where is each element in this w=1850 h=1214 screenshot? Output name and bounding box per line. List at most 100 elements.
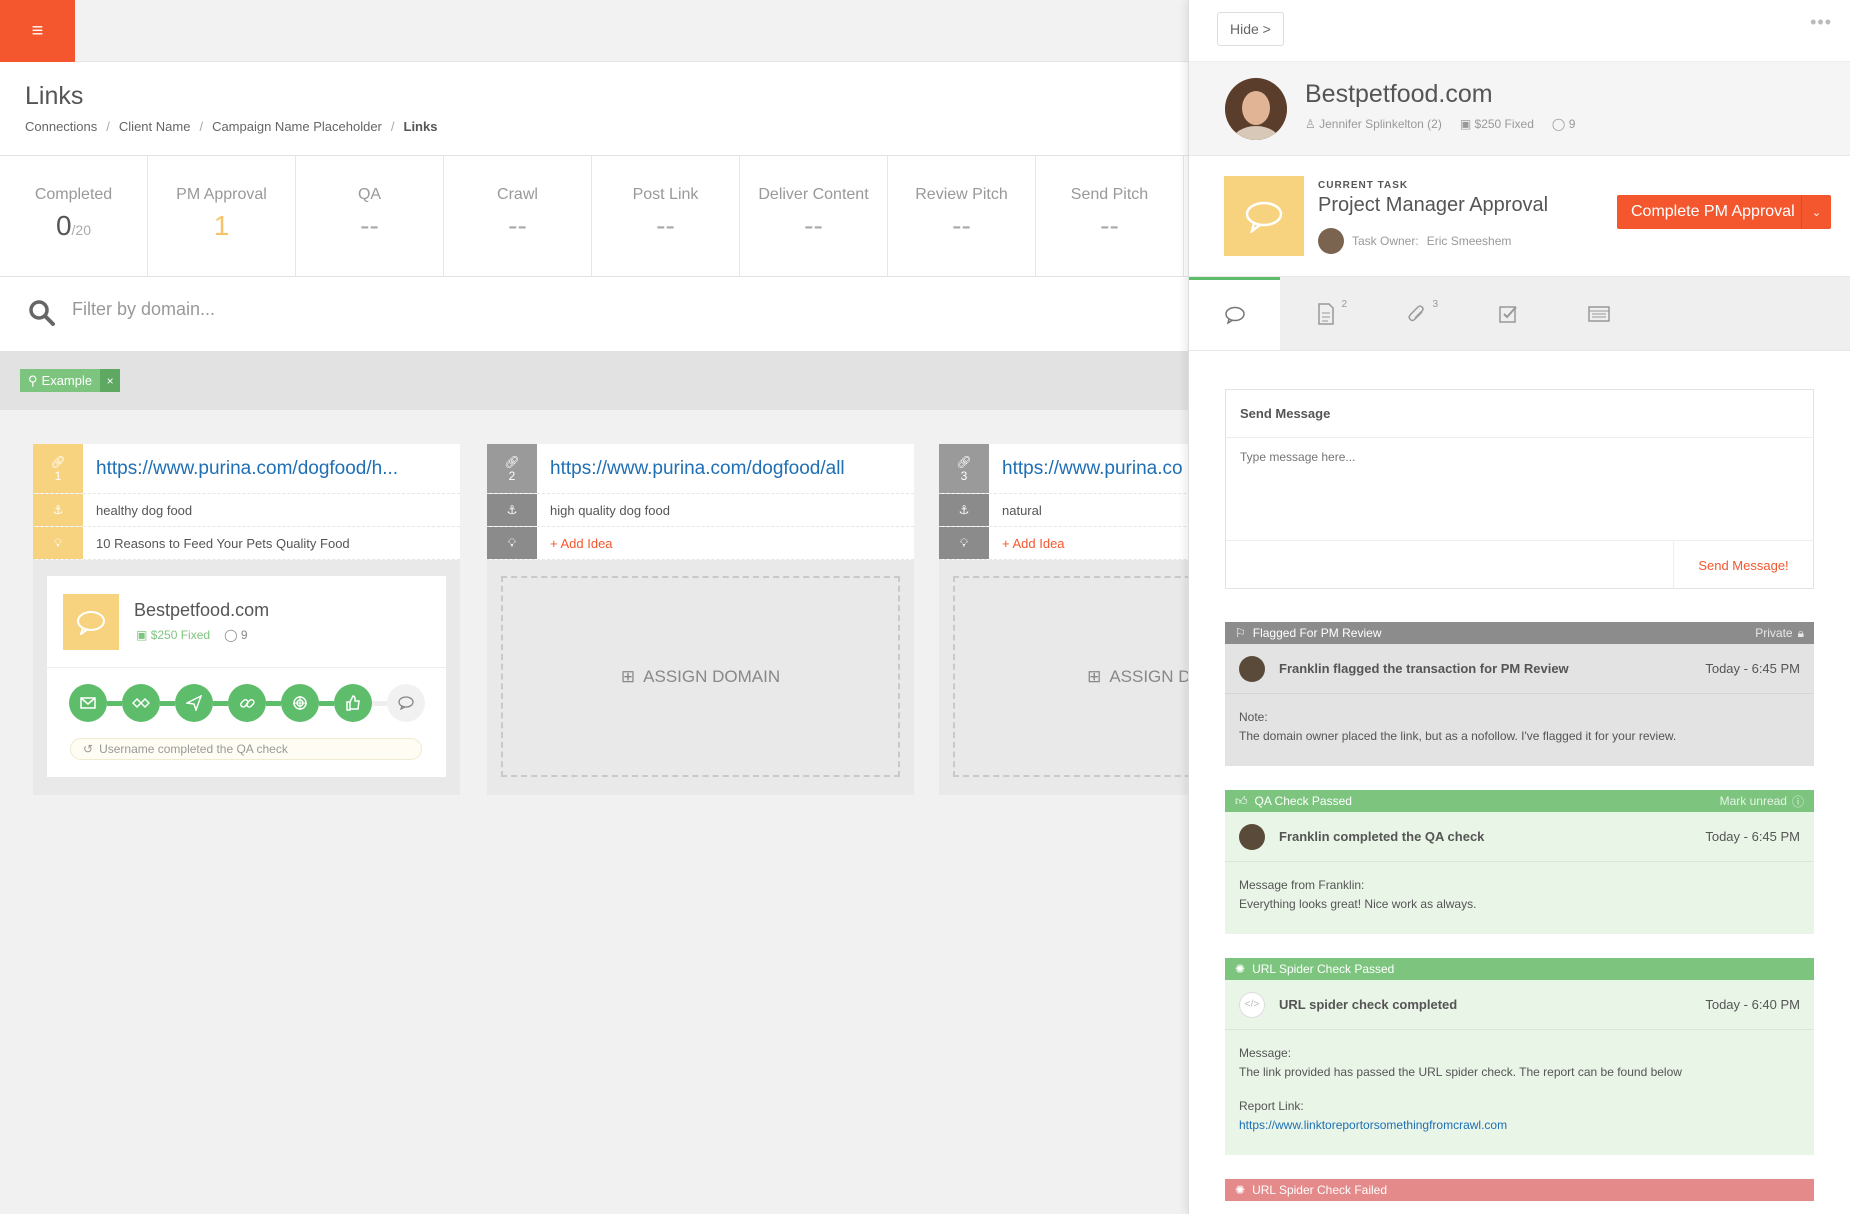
- page-title: Links: [25, 82, 84, 110]
- stat-post-link[interactable]: Post Link --: [592, 156, 740, 276]
- handshake-step-icon[interactable]: [122, 684, 160, 722]
- tag-label: Example: [41, 373, 93, 388]
- activity-log: ↺ Username completed the QA check: [70, 738, 422, 760]
- detail-panel: Hide > ••• Bestpetfood.com ♙ Jennifer Sp…: [1188, 0, 1850, 1214]
- contact-info[interactable]: ♙ Jennifer Splinkelton (2): [1305, 117, 1442, 131]
- tab-messages[interactable]: [1189, 277, 1280, 350]
- menu-icon: ≡: [31, 19, 44, 42]
- chat-step-icon[interactable]: [387, 684, 425, 722]
- task-owner-label: Task Owner:: [1352, 234, 1419, 248]
- link-icon: 🔗︎: [50, 454, 66, 469]
- avatar: [1225, 78, 1287, 140]
- chevron-down-icon[interactable]: ⌄: [1801, 195, 1831, 229]
- comment-icon: ◯: [224, 628, 238, 642]
- tab-list[interactable]: [1553, 277, 1644, 350]
- send-step-icon[interactable]: [175, 684, 213, 722]
- activity-item: ✺ URL Spider Check Passed </> URL spider c…: [1225, 958, 1814, 1155]
- search-icon: ⚲: [28, 372, 38, 388]
- current-task: CURRENT TASK Project Manager Approval Ta…: [1189, 156, 1850, 277]
- more-options-icon[interactable]: •••: [1810, 12, 1832, 33]
- tab-attachments[interactable]: 3: [1371, 277, 1462, 350]
- assign-domain-button[interactable]: ⊞ ASSIGN DOMAIN: [501, 576, 900, 777]
- task-owner-name: Eric Smeeshem: [1426, 234, 1512, 248]
- breadcrumb-connections[interactable]: Connections: [25, 119, 97, 134]
- stat-qa[interactable]: QA --: [296, 156, 444, 276]
- comment-count: ◯ 9: [224, 628, 248, 642]
- mark-unread-button[interactable]: Mark unread ⓘ: [1720, 793, 1804, 810]
- hide-panel-button[interactable]: Hide >: [1217, 12, 1284, 46]
- lightbulb-icon: 💡︎: [959, 535, 969, 550]
- stats-bar: Completed 0/20 PM Approval 1 QA -- Crawl -- …: [0, 156, 1188, 277]
- progress-steps: [69, 684, 425, 722]
- idea-text[interactable]: 10 Reasons to Feed Your Pets Quality Foo…: [83, 527, 350, 559]
- breadcrumb-client[interactable]: Client Name: [119, 119, 191, 134]
- checkbox-icon: [1498, 305, 1517, 323]
- anchor-text: healthy dog food: [96, 502, 193, 518]
- price: ▣ $250 Fixed: [136, 628, 211, 642]
- tab-documents[interactable]: 2: [1280, 277, 1371, 350]
- filter-input[interactable]: [72, 299, 472, 320]
- link-icon: 🔗︎: [956, 454, 972, 469]
- user-avatar: [1239, 655, 1265, 682]
- top-bar: ≡: [0, 0, 1188, 62]
- complete-task-button[interactable]: Complete PM Approval ⌄: [1617, 195, 1831, 229]
- tag-bar: ⚲ Example ×: [0, 352, 1188, 410]
- send-message-box: Send Message Send Message!: [1225, 389, 1814, 589]
- tag-remove-button[interactable]: ×: [100, 369, 121, 392]
- link-card: 🔗︎ 2 https://www.purina.com/dogfood/all ⚓…: [487, 444, 914, 795]
- paperclip-icon: [1407, 304, 1424, 321]
- current-task-label: CURRENT TASK: [1318, 180, 1409, 191]
- report-link[interactable]: https://www.linktoreportorsomethingfromc…: [1239, 1118, 1507, 1132]
- link-url[interactable]: https://www.purina.co: [989, 444, 1183, 493]
- message-input[interactable]: [1240, 450, 1800, 530]
- send-message-button[interactable]: Send Message!: [1673, 541, 1813, 589]
- thumbs-up-step-icon[interactable]: [334, 684, 372, 722]
- activity-item: ✺ URL Spider Check Failed: [1225, 1179, 1814, 1201]
- stat-crawl[interactable]: Crawl --: [444, 156, 592, 276]
- anchor-text: high quality dog food: [550, 502, 670, 518]
- filter-tag[interactable]: ⚲ Example ×: [20, 369, 121, 392]
- comment-icon: ◯: [1551, 117, 1566, 131]
- stat-pm-approval[interactable]: PM Approval 1: [148, 156, 296, 276]
- add-idea-link[interactable]: + Add Idea: [989, 527, 1065, 559]
- money-icon: ▣: [1459, 117, 1472, 131]
- menu-button[interactable]: ≡: [0, 0, 75, 62]
- anchor-icon: ⚓︎: [52, 503, 64, 517]
- link-url[interactable]: https://www.purina.com/dogfood/h...: [83, 444, 398, 493]
- filter-bar: [0, 277, 1188, 352]
- info-icon: ⓘ: [1791, 794, 1804, 809]
- spider-icon: ✺: [1235, 1183, 1246, 1197]
- plus-box-icon: ⊞: [620, 666, 636, 686]
- domain-card[interactable]: Bestpetfood.com ▣ $250 Fixed ◯ 9 ↺ Usernam…: [47, 576, 446, 777]
- panel-tabs: 2 3: [1189, 277, 1850, 351]
- link-url[interactable]: https://www.purina.com/dogfood/all: [537, 444, 845, 493]
- owner-avatar: [1318, 228, 1344, 254]
- list-icon: [1587, 305, 1610, 322]
- stat-deliver-content[interactable]: Deliver Content --: [740, 156, 888, 276]
- tab-checklist[interactable]: [1462, 277, 1553, 350]
- activity-item: 👍︎ QA Check Passed Mark unread ⓘ Franklin c…: [1225, 790, 1814, 934]
- chat-icon: [63, 594, 119, 650]
- link-step-icon[interactable]: [228, 684, 266, 722]
- email-step-icon[interactable]: [69, 684, 107, 722]
- spider-step-icon[interactable]: [281, 684, 319, 722]
- lightbulb-icon: 💡︎: [53, 535, 63, 550]
- anchor-icon: ⚓︎: [506, 503, 518, 517]
- stat-send-pitch[interactable]: Send Pitch --: [1036, 156, 1184, 276]
- breadcrumb-current: Links: [403, 119, 438, 134]
- breadcrumb: Connections / Client Name / Campaign Name …: [25, 119, 438, 134]
- chat-icon: [1224, 176, 1304, 256]
- plus-box-icon: ⊞: [1087, 666, 1102, 686]
- link-card: 🔗︎ 1 https://www.purina.com/dogfood/h... …: [33, 444, 460, 795]
- thumbs-up-icon: 👍︎: [1235, 793, 1248, 808]
- lightbulb-icon: 💡︎: [507, 535, 517, 550]
- domain-name[interactable]: Bestpetfood.com: [134, 600, 269, 621]
- task-title: Project Manager Approval: [1318, 194, 1549, 216]
- breadcrumb-campaign[interactable]: Campaign Name Placeholder: [212, 119, 382, 134]
- add-idea-link[interactable]: + Add Idea: [537, 527, 613, 559]
- flag-icon: ⚐: [1235, 626, 1246, 640]
- panel-domain-name: Bestpetfood.com: [1305, 80, 1493, 108]
- comment-info: ◯ 9: [1551, 117, 1576, 131]
- stat-completed[interactable]: Completed 0/20: [0, 156, 148, 276]
- stat-review-pitch[interactable]: Review Pitch --: [888, 156, 1036, 276]
